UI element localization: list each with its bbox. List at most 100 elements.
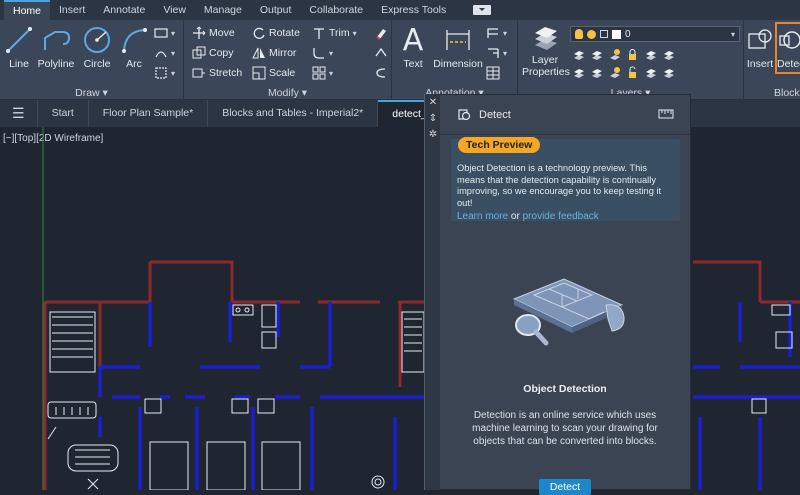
- tab-start[interactable]: Start: [38, 100, 89, 127]
- rotate-button[interactable]: Rotate: [252, 24, 300, 42]
- layer-lock-icon[interactable]: [626, 48, 639, 61]
- boundary-icon: [155, 67, 167, 79]
- layer-off-icon[interactable]: [572, 48, 585, 61]
- polyline-button[interactable]: Polyline: [36, 24, 76, 70]
- annotation-panel: A Text Dimension ▾ ▾ Annotation ▾: [392, 20, 518, 100]
- line-button[interactable]: Line: [4, 24, 34, 70]
- copy-icon: [192, 46, 206, 59]
- multileader-button[interactable]: ▾: [486, 44, 507, 62]
- offset-button[interactable]: [374, 64, 388, 82]
- layer-tools-row-1: [572, 48, 675, 61]
- palette-title: Detect: [479, 108, 511, 121]
- layers-panel: Layer Properties 0 ▾ Layers ▾: [518, 20, 744, 100]
- modify-panel-title[interactable]: Modify ▾: [184, 87, 391, 99]
- leader-button[interactable]: ▾: [486, 24, 507, 42]
- trim-button[interactable]: Trim ▾: [312, 24, 357, 42]
- learn-more-link[interactable]: Learn more: [457, 211, 508, 222]
- fillet-button[interactable]: ▾: [312, 44, 333, 62]
- array-button[interactable]: ▾: [312, 64, 333, 82]
- copy-button[interactable]: Copy: [192, 44, 234, 62]
- mirror-button[interactable]: Mirror: [252, 44, 296, 62]
- multileader-icon: [488, 48, 499, 58]
- ribbon-minimize-icon[interactable]: [473, 5, 492, 15]
- tab-output[interactable]: Output: [251, 0, 301, 20]
- circle-icon: [84, 27, 110, 53]
- current-layer-name: 0: [625, 28, 631, 40]
- layer-stack-icon: [535, 27, 557, 50]
- layer-previous-icon[interactable]: [662, 48, 675, 61]
- tab-view[interactable]: View: [154, 0, 195, 20]
- rectangle-icon: [154, 28, 168, 38]
- layer-dropdown[interactable]: 0 ▾: [570, 26, 740, 42]
- leader-icon: [487, 28, 498, 38]
- sun-icon: [587, 29, 596, 39]
- explode-button[interactable]: [374, 44, 388, 62]
- tab-insert[interactable]: Insert: [50, 0, 94, 20]
- tech-preview-badge: Tech Preview: [458, 137, 541, 153]
- layer-isolate-icon[interactable]: [590, 48, 603, 61]
- move-icon: [193, 26, 206, 39]
- layer-merge-icon[interactable]: [662, 66, 675, 79]
- provide-feedback-link[interactable]: provide feedback: [523, 211, 599, 222]
- table-button[interactable]: [486, 64, 500, 82]
- layer-freeze-icon[interactable]: [608, 48, 621, 61]
- rectangle-button[interactable]: ▾: [154, 24, 175, 42]
- detect-button[interactable]: Detect: [539, 479, 591, 495]
- layer-thaw-icon[interactable]: [590, 66, 603, 79]
- palette-titlebar[interactable]: ✕ ⇕ ✲: [424, 94, 440, 490]
- tab-blocks-and-tables[interactable]: Blocks and Tables - Imperial2*: [208, 100, 379, 127]
- layer-properties-button[interactable]: Layer Properties: [522, 24, 570, 78]
- circle-button[interactable]: Circle: [80, 24, 114, 70]
- layer-walk-icon[interactable]: [644, 66, 657, 79]
- draw-panel-title[interactable]: Draw ▾: [0, 87, 183, 99]
- tab-collaborate[interactable]: Collaborate: [300, 0, 372, 20]
- notice-links: Learn more or provide feedback: [457, 211, 599, 222]
- ribbon-tab-bar: Home Insert Annotate View Manage Output …: [0, 0, 800, 20]
- stretch-icon: [192, 68, 205, 78]
- palette-header: Detect: [440, 95, 690, 135]
- block-panel: Insert Detect Block: [744, 20, 800, 100]
- move-button[interactable]: Move: [192, 24, 235, 42]
- hatch-button[interactable]: ▾: [154, 44, 175, 62]
- block-panel-title[interactable]: Block: [744, 87, 800, 99]
- dimension-button[interactable]: Dimension: [432, 24, 484, 70]
- text-icon: A: [402, 22, 424, 58]
- notice-text: Object Detection is a technology preview…: [457, 163, 662, 208]
- tab-home[interactable]: Home: [4, 0, 51, 20]
- tab-express-tools[interactable]: Express Tools: [372, 0, 455, 20]
- hatch-icon: [155, 51, 167, 58]
- object-detection-description: Detection is an online service which use…: [472, 410, 658, 447]
- text-button[interactable]: A Text: [398, 22, 428, 71]
- ruler-icon[interactable]: [658, 107, 674, 121]
- tab-annotate[interactable]: Annotate: [94, 0, 154, 20]
- insert-button[interactable]: Insert: [746, 24, 774, 70]
- array-icon: [312, 66, 326, 80]
- hamburger-menu-icon[interactable]: ☰: [0, 100, 38, 127]
- draw-panel: Line Polyline Circle Arc ▾ ▾ ▾ Draw ▾: [0, 20, 184, 100]
- autohide-icon[interactable]: ⇕: [425, 110, 441, 126]
- boundary-button[interactable]: ▾: [154, 64, 175, 82]
- lightbulb-icon: [575, 29, 583, 39]
- erase-button[interactable]: [374, 24, 388, 42]
- layer-unlock-icon[interactable]: [626, 66, 639, 79]
- gear-icon[interactable]: ✲: [425, 126, 441, 142]
- object-detection-heading: Object Detection: [523, 383, 607, 395]
- detect-icon: [458, 109, 471, 121]
- layer-unisolate-icon[interactable]: [572, 66, 585, 79]
- detect-ribbon-button[interactable]: Detect: [775, 22, 800, 74]
- stretch-button[interactable]: Stretch: [192, 64, 242, 82]
- fillet-icon: [313, 48, 324, 59]
- arc-button[interactable]: Arc: [118, 24, 150, 70]
- layer-on-icon[interactable]: [608, 66, 621, 79]
- eraser-icon: [376, 29, 386, 40]
- close-icon[interactable]: ✕: [425, 94, 441, 110]
- lock-icon: [600, 30, 608, 38]
- layer-match-icon[interactable]: [644, 48, 657, 61]
- polyline-icon: [44, 31, 71, 50]
- offset-icon: [376, 68, 386, 78]
- tab-floor-plan-sample[interactable]: Floor Plan Sample*: [89, 100, 209, 127]
- rotate-icon: [253, 27, 265, 39]
- scale-icon: [252, 66, 266, 80]
- tab-manage[interactable]: Manage: [195, 0, 251, 20]
- scale-button[interactable]: Scale: [252, 64, 295, 82]
